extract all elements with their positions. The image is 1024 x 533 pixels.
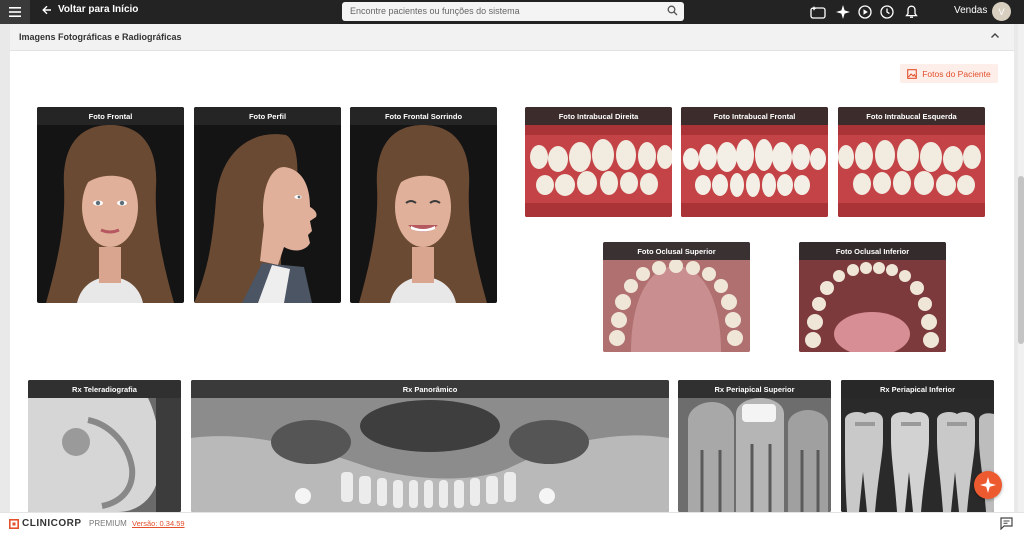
scrollbar-thumb[interactable] xyxy=(1018,176,1024,344)
play-button[interactable] xyxy=(856,3,874,21)
rx-card-periapical-inferior[interactable]: Rx Periapical Inferior xyxy=(841,380,994,512)
search-icon[interactable] xyxy=(667,5,678,16)
photo-card-intra-frontal[interactable]: Foto Intrabucal Frontal xyxy=(681,107,828,217)
face-frontal-image xyxy=(46,125,174,303)
fab-button[interactable] xyxy=(974,471,1002,499)
sparkle-button[interactable] xyxy=(834,3,852,21)
panel-header[interactable]: Imagens Fotográficas e Radiográficas xyxy=(10,24,1014,51)
chevron-up-icon[interactable] xyxy=(990,31,1000,41)
rx-label-panoramico: Rx Panorâmico xyxy=(191,380,669,398)
photo-card-oclusal-inferior[interactable]: Foto Oclusal Inferior xyxy=(799,242,946,352)
photo-card-sorrindo[interactable]: Foto Frontal Sorrindo xyxy=(350,107,497,303)
rx-label-periapical-superior: Rx Periapical Superior xyxy=(678,380,831,398)
chat-sparkle-button[interactable] xyxy=(808,3,828,21)
play-icon xyxy=(858,5,872,19)
menu-button[interactable] xyxy=(0,0,30,24)
arrow-left-icon xyxy=(42,5,51,14)
image-icon xyxy=(907,68,918,79)
photo-label-frontal: Foto Frontal xyxy=(37,107,184,125)
top-bar: Voltar para Início Encontre pacientes ou… xyxy=(0,0,1024,24)
fotos-do-paciente-button[interactable]: Fotos do Paciente xyxy=(900,64,998,83)
bell-icon xyxy=(904,5,918,18)
notifications-button[interactable] xyxy=(902,3,920,21)
photo-label-oclusal-inferior: Foto Oclusal Inferior xyxy=(799,242,946,260)
brand-name: CLINICORP xyxy=(22,518,82,529)
face-smiling-image xyxy=(359,125,487,303)
plan-label: PREMIUM xyxy=(89,519,127,528)
photo-card-intra-esquerda[interactable]: Foto Intrabucal Esquerda xyxy=(838,107,985,217)
clock-icon xyxy=(880,5,894,19)
photo-card-perfil[interactable]: Foto Perfil xyxy=(194,107,341,303)
clinicorp-logo: CLINICORP xyxy=(9,518,82,529)
photo-card-intra-direita[interactable]: Foto Intrabucal Direita xyxy=(525,107,672,217)
footer: CLINICORP PREMIUM Versão: 0.34.59 xyxy=(0,512,1024,533)
menu-icon xyxy=(9,7,21,17)
sparkle-icon xyxy=(836,5,850,19)
search-input[interactable]: Encontre pacientes ou funções do sistema xyxy=(342,2,684,21)
chat-sparkle-icon xyxy=(809,5,826,19)
photo-card-frontal[interactable]: Foto Frontal xyxy=(37,107,184,303)
photo-label-intra-direita: Foto Intrabucal Direita xyxy=(525,107,672,125)
version-link[interactable]: Versão: 0.34.59 xyxy=(132,519,185,528)
fab-sparkle-icon xyxy=(980,477,996,493)
face-profile-image xyxy=(194,134,317,303)
avatar[interactable]: V xyxy=(992,2,1011,21)
photo-label-sorrindo: Foto Frontal Sorrindo xyxy=(350,107,497,125)
rx-card-periapical-superior[interactable]: Rx Periapical Superior xyxy=(678,380,831,512)
rx-card-panoramico[interactable]: Rx Panorâmico xyxy=(191,380,669,512)
user-name[interactable]: Vendas xyxy=(954,5,987,16)
photo-label-perfil: Foto Perfil xyxy=(194,107,341,125)
back-label: Voltar para Início xyxy=(58,4,139,15)
rx-periapical-lower-image xyxy=(841,380,994,512)
rx-card-tele[interactable]: Rx Teleradiografia xyxy=(28,380,181,512)
message-icon[interactable] xyxy=(1000,517,1013,530)
rx-periapical-upper-image xyxy=(678,380,831,512)
photo-label-intra-esquerda: Foto Intrabucal Esquerda xyxy=(838,107,985,125)
clock-button[interactable] xyxy=(878,3,896,21)
photo-label-oclusal-superior: Foto Oclusal Superior xyxy=(603,242,750,260)
panel-title: Imagens Fotográficas e Radiográficas xyxy=(19,32,182,42)
rx-panoramic-image xyxy=(191,380,669,512)
clinicorp-logo-icon xyxy=(9,518,19,529)
rx-label-tele: Rx Teleradiografia xyxy=(28,380,181,398)
search-placeholder: Encontre pacientes ou funções do sistema xyxy=(350,6,520,16)
back-button[interactable]: Voltar para Início xyxy=(42,4,138,15)
photo-label-intra-frontal: Foto Intrabucal Frontal xyxy=(681,107,828,125)
rx-label-periapical-inferior: Rx Periapical Inferior xyxy=(841,380,994,398)
fotos-button-label: Fotos do Paciente xyxy=(922,68,991,79)
photo-card-oclusal-superior[interactable]: Foto Oclusal Superior xyxy=(603,242,750,352)
rx-tele-image xyxy=(28,380,181,512)
